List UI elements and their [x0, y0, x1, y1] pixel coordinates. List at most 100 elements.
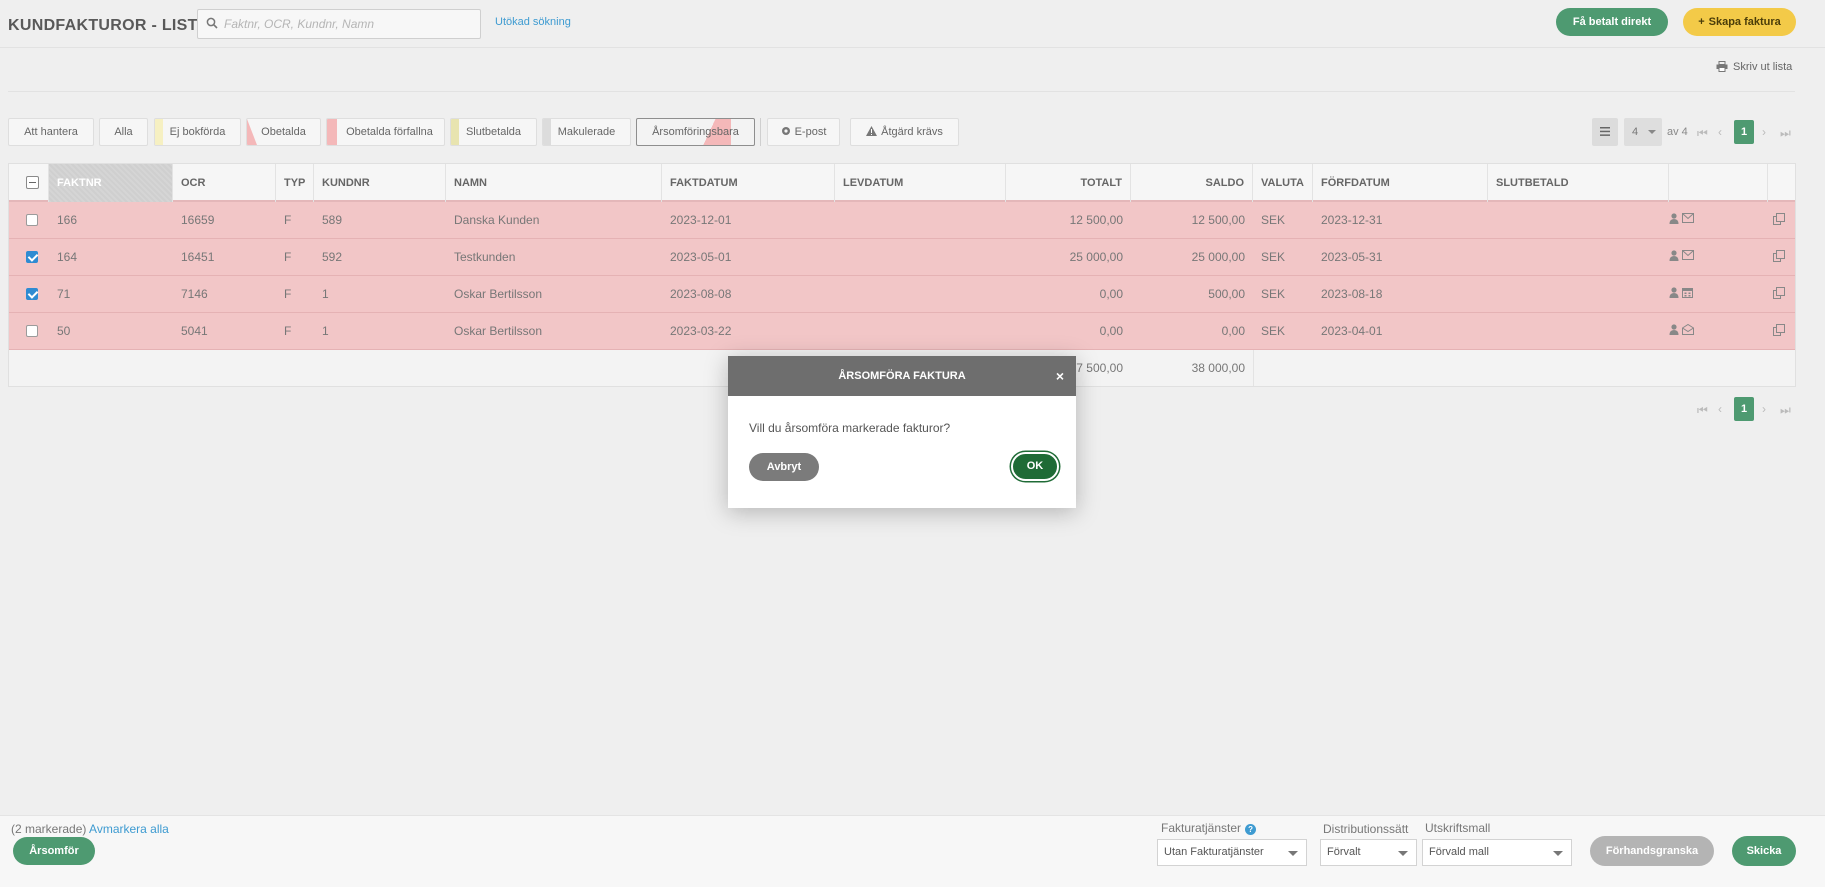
- filter-tab-obetalda[interactable]: Obetalda: [246, 118, 321, 146]
- cell-saldo: 25 000,00: [1191, 250, 1245, 264]
- column-kundnr[interactable]: KUNDNR: [314, 164, 446, 202]
- advanced-search-link[interactable]: Utökad sökning: [495, 16, 571, 28]
- copy-icon[interactable]: [1773, 250, 1785, 265]
- row-checkbox[interactable]: [26, 288, 38, 300]
- column-forfdatum[interactable]: FÖRFDATUM: [1313, 164, 1488, 202]
- row-icons: [1669, 250, 1697, 264]
- cell-saldo: 0,00: [1221, 324, 1245, 338]
- create-invoice-button[interactable]: + Skapa faktura: [1683, 8, 1796, 36]
- first-page-icon[interactable]: ⏮: [1697, 403, 1708, 418]
- filter-tab-makulerade[interactable]: Makulerade: [542, 118, 631, 146]
- get-paid-button[interactable]: Få betalt direkt: [1556, 8, 1668, 36]
- customer-icon[interactable]: [1669, 213, 1682, 227]
- selection-info: (2 markerade) Avmarkera alla: [11, 822, 169, 836]
- table-row[interactable]: 50 5041 F 1 Oskar Bertilsson 2023-03-22 0,00 0,…: [9, 313, 1795, 350]
- distribution-value: Förvalt: [1327, 846, 1361, 858]
- close-icon[interactable]: ×: [1056, 356, 1064, 396]
- cell-slutbetald: [1488, 202, 1669, 238]
- plus-icon: +: [1698, 16, 1705, 28]
- divider: [8, 91, 1795, 92]
- column-ocr[interactable]: OCR: [173, 164, 276, 202]
- customer-icon[interactable]: [1669, 324, 1682, 338]
- cell-forfdatum: 2023-05-31: [1321, 250, 1383, 264]
- cell-typ: F: [284, 287, 292, 301]
- column-saldo[interactable]: SALDO: [1131, 164, 1253, 202]
- last-page-icon[interactable]: ⏭: [1780, 403, 1791, 418]
- table-row[interactable]: 164 16451 F 592 Testkunden 2023-05-01 25 000,0…: [9, 239, 1795, 276]
- column-namn[interactable]: NAMN: [446, 164, 662, 202]
- list-menu-button[interactable]: [1592, 118, 1618, 146]
- send-button[interactable]: Skicka: [1732, 836, 1796, 866]
- invoice-services-select[interactable]: Utan Fakturatjänster: [1157, 839, 1307, 866]
- column-slutbetald[interactable]: SLUTBETALD: [1488, 164, 1669, 202]
- customer-icon[interactable]: [1669, 287, 1682, 301]
- customer-icon[interactable]: [1669, 250, 1682, 264]
- filter-tab-label: Obetalda: [261, 126, 306, 138]
- help-icon[interactable]: ?: [1245, 824, 1257, 835]
- filter-tab-label: E-post: [794, 126, 827, 138]
- column-faktdatum[interactable]: FAKTDATUM: [662, 164, 835, 202]
- chevron-down-icon: [1648, 130, 1656, 134]
- bottom-action-bar: (2 markerade) Avmarkera alla Årsomför Fa…: [0, 815, 1825, 887]
- filter-tab-ej-bokforda[interactable]: Ej bokförda: [154, 118, 241, 146]
- copy-icon[interactable]: [1773, 213, 1785, 228]
- ok-button[interactable]: OK: [1011, 452, 1059, 481]
- chevron-down-icon: [1398, 851, 1408, 856]
- print-list-link[interactable]: Skriv ut lista: [1716, 61, 1792, 73]
- distribution-select[interactable]: Förvalt: [1320, 839, 1417, 866]
- envelope-icon[interactable]: [1682, 213, 1697, 227]
- envelope-open-icon[interactable]: [1682, 323, 1697, 338]
- column-totalt[interactable]: TOTALT: [1006, 164, 1131, 202]
- filter-tab-obetalda-forfallna[interactable]: Obetalda förfallna: [326, 118, 445, 146]
- select-all-checkbox[interactable]: [26, 176, 39, 189]
- prev-page-icon[interactable]: ‹: [1718, 125, 1722, 139]
- filter-tab-slutbetalda[interactable]: Slutbetalda: [450, 118, 537, 146]
- copy-icon[interactable]: [1773, 287, 1785, 302]
- copy-icon[interactable]: [1773, 324, 1785, 339]
- cell-forfdatum: 2023-12-31: [1321, 213, 1383, 227]
- cell-ocr: 16659: [181, 213, 215, 227]
- prev-page-icon[interactable]: ‹: [1718, 402, 1722, 416]
- column-levdatum[interactable]: LEVDATUM: [835, 164, 1006, 202]
- row-checkbox[interactable]: [26, 251, 38, 263]
- envelope-icon[interactable]: [1682, 250, 1697, 264]
- preview-button[interactable]: Förhandsgranska: [1590, 836, 1714, 866]
- table-row[interactable]: 166 16659 F 589 Danska Kunden 2023-12-01 12 50…: [9, 202, 1795, 239]
- filter-tab-alla[interactable]: Alla: [99, 118, 148, 146]
- cell-levdatum: [835, 239, 1006, 275]
- next-page-icon[interactable]: ›: [1762, 402, 1766, 416]
- cancel-button[interactable]: Avbryt: [749, 453, 819, 481]
- cell-faktnr: 164: [57, 250, 78, 264]
- column-faktnr[interactable]: FAKTNR: [49, 164, 173, 202]
- print-template-select[interactable]: Förvald mall: [1422, 839, 1572, 866]
- filter-tab-atgard-kravs[interactable]: Åtgärd krävs: [850, 118, 959, 146]
- last-page-icon[interactable]: ⏭: [1780, 126, 1791, 141]
- deselect-all-link[interactable]: Avmarkera alla: [89, 822, 169, 836]
- filter-tab-e-post[interactable]: E-post: [767, 118, 840, 146]
- page-size-select[interactable]: 4: [1624, 118, 1662, 146]
- row-icons: [1669, 287, 1696, 301]
- first-page-icon[interactable]: ⏮: [1697, 126, 1708, 141]
- column-valuta[interactable]: VALUTA: [1253, 164, 1313, 202]
- calendar-icon[interactable]: [1682, 287, 1696, 301]
- next-page-icon[interactable]: ›: [1762, 125, 1766, 139]
- search-box[interactable]: [197, 9, 481, 39]
- filter-tab-att-hantera[interactable]: Att hantera: [8, 118, 94, 146]
- filter-tab-arsomforingsbara[interactable]: Årsomföringsbara: [636, 118, 755, 146]
- row-checkbox[interactable]: [26, 214, 38, 226]
- search-input[interactable]: [224, 10, 474, 38]
- footer-divider: [1253, 350, 1254, 386]
- column-typ[interactable]: TYP: [276, 164, 314, 202]
- cell-faktdatum: 2023-08-08: [670, 287, 732, 301]
- page-size-value: 4: [1632, 126, 1639, 138]
- arsomfor-button[interactable]: Årsomför: [13, 837, 95, 865]
- current-page-button[interactable]: 1: [1734, 397, 1754, 421]
- search-icon: [206, 17, 218, 29]
- row-checkbox[interactable]: [26, 325, 38, 337]
- current-page-button[interactable]: 1: [1734, 120, 1754, 144]
- cell-valuta: SEK: [1261, 287, 1286, 301]
- invoice-services-value: Utan Fakturatjänster: [1164, 846, 1264, 858]
- cell-typ: F: [284, 213, 292, 227]
- status-marker: [155, 119, 163, 145]
- table-row[interactable]: 71 7146 F 1 Oskar Bertilsson 2023-08-08 0,00 50…: [9, 276, 1795, 313]
